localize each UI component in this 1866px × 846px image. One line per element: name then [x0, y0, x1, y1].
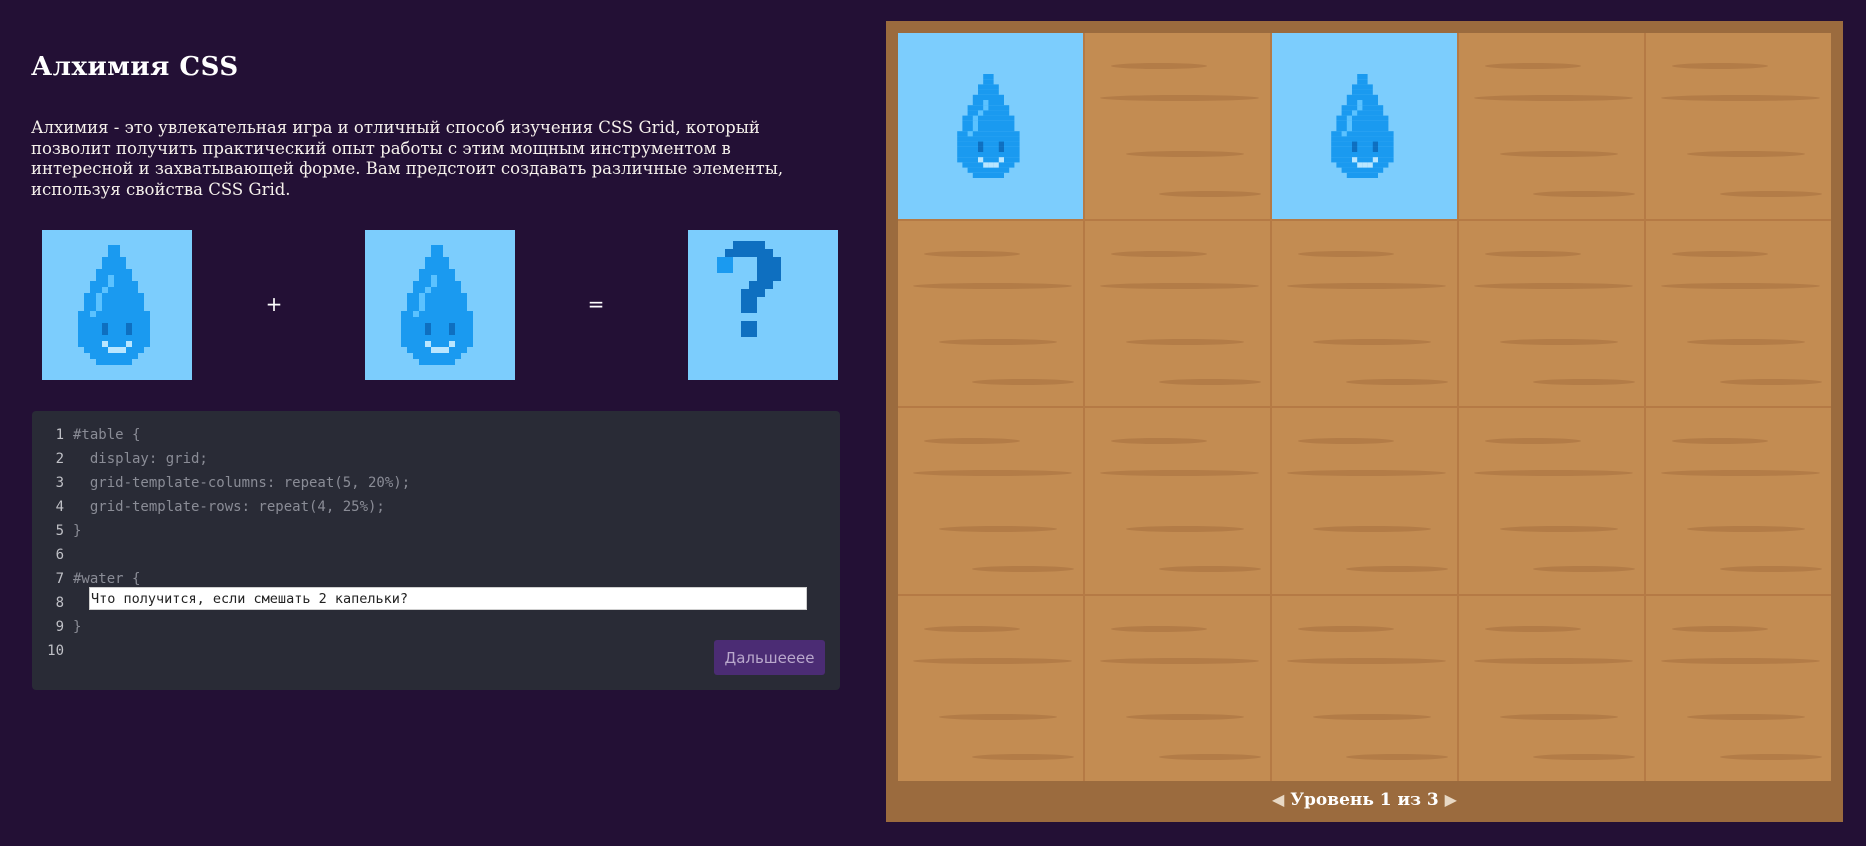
line-number: 5: [55, 523, 64, 539]
board-cell: [1459, 33, 1644, 219]
board-cell: [1646, 33, 1831, 219]
board-cell: [1272, 220, 1457, 406]
css-editor: 1 2 3 4 5 6 7 8 9 10 #table { display: grid; grid…: [32, 411, 840, 690]
board-cell: [1459, 220, 1644, 406]
line-number: 9: [55, 619, 64, 635]
water-drop-icon: [401, 245, 473, 365]
code-line: }: [73, 619, 82, 635]
board-cell: [1646, 595, 1831, 781]
code-line: grid-template-rows: repeat(4, 25%);: [73, 499, 385, 515]
board-cell: [1459, 408, 1644, 594]
water-drop-icon: [78, 245, 150, 365]
level-navigator: ◀ Уровень 1 из 3 ▶: [886, 790, 1843, 810]
question-mark-icon: [717, 241, 781, 337]
water-drop-icon: [1330, 73, 1394, 178]
board-cell: [1085, 33, 1270, 219]
board-cell-water: [898, 33, 1083, 219]
line-numbers: 1 2 3 4 5 6 7 8 9 10: [32, 423, 64, 663]
board-cell: [1646, 408, 1831, 594]
board-cell: [1272, 595, 1457, 781]
code-line: }: [73, 523, 82, 539]
line-number: 8: [55, 595, 64, 611]
next-level-icon[interactable]: ▶: [1445, 790, 1457, 809]
board-cell: [1646, 220, 1831, 406]
line-number: 6: [55, 547, 64, 563]
game-board: ◀ Уровень 1 из 3 ▶: [886, 21, 1843, 822]
recipe-item-water-1: [42, 230, 192, 380]
water-drop-icon: [956, 73, 1020, 178]
line-number: 4: [55, 499, 64, 515]
level-indicator: Уровень 1 из 3: [1290, 790, 1439, 810]
equals-sign: =: [587, 292, 605, 316]
recipe-formula: + =: [31, 230, 846, 380]
answer-input[interactable]: [89, 587, 807, 610]
line-number: 3: [55, 475, 64, 491]
line-number: 10: [47, 643, 64, 659]
board-cell-water: [1272, 33, 1457, 219]
board-cell: [1085, 408, 1270, 594]
line-number: 1: [55, 427, 64, 443]
board-cell: [1085, 220, 1270, 406]
board-grid: [898, 33, 1831, 781]
code-line: display: grid;: [73, 451, 208, 467]
page-title: Алхимия CSS: [31, 52, 239, 82]
prev-level-icon[interactable]: ◀: [1272, 790, 1284, 809]
next-button[interactable]: Дальшееее: [714, 640, 825, 675]
board-cell: [898, 595, 1083, 781]
board-cell: [1272, 408, 1457, 594]
code-line: #table {: [73, 427, 141, 443]
line-number: 7: [55, 571, 64, 587]
game-description: Алхимия - это увлекательная игра и отлич…: [31, 118, 784, 199]
board-cell: [1085, 595, 1270, 781]
board-cell: [1459, 595, 1644, 781]
board-cell: [898, 408, 1083, 594]
line-number: 2: [55, 451, 64, 467]
code-lines: #table { display: grid; grid-template-co…: [73, 423, 810, 663]
plus-sign: +: [265, 292, 283, 316]
code-line: grid-template-columns: repeat(5, 20%);: [73, 475, 411, 491]
recipe-item-water-2: [365, 230, 515, 380]
board-cell: [898, 220, 1083, 406]
recipe-result: [688, 230, 838, 380]
